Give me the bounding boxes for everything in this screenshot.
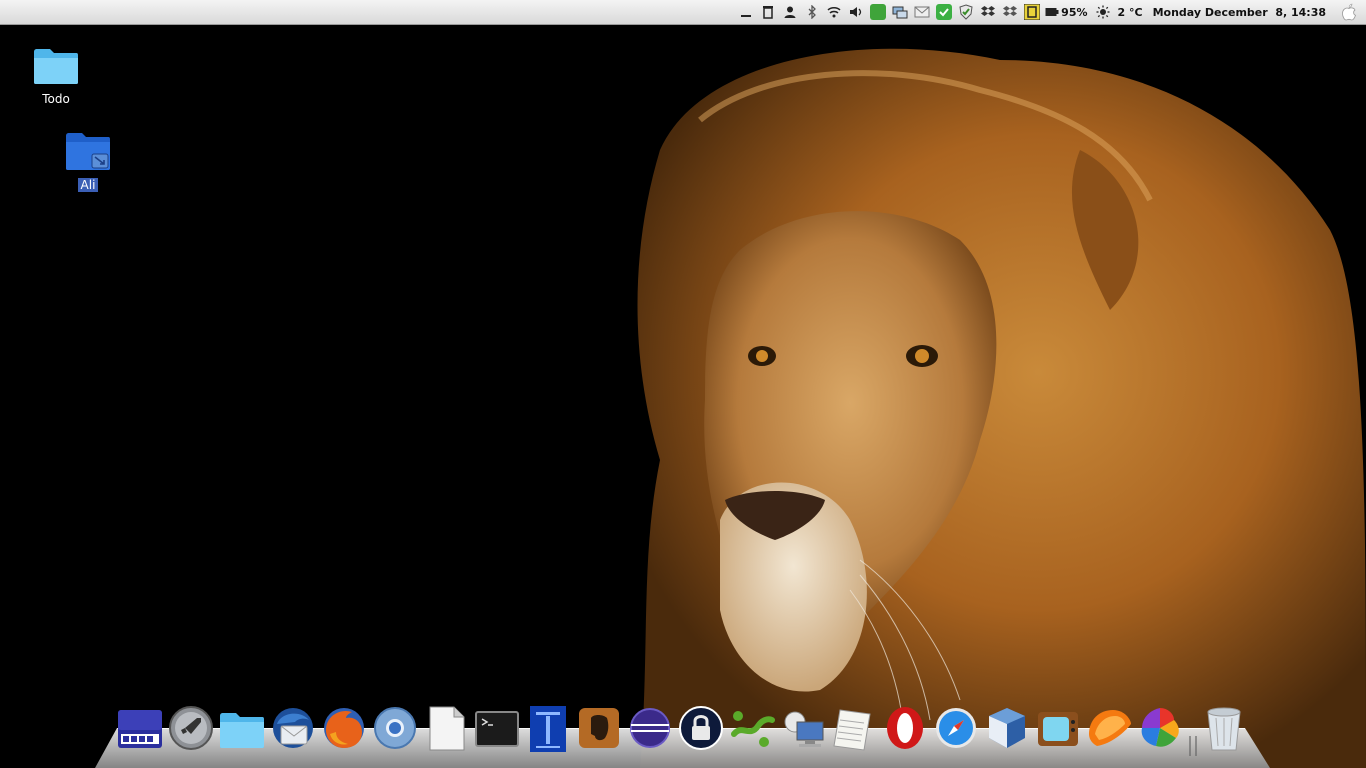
keyboard-layout-icon[interactable] [1023, 3, 1041, 21]
dock-item-files[interactable] [218, 704, 266, 752]
dropbox-icon[interactable] [979, 3, 997, 21]
volume-icon[interactable] [847, 3, 865, 21]
dock-item-tv[interactable] [1034, 704, 1082, 752]
password-lock-icon [679, 706, 723, 750]
temperature-text[interactable]: 2 °C [1118, 6, 1143, 19]
opera-icon [887, 707, 923, 749]
firefox-icon [324, 708, 364, 748]
notes-pad-icon [833, 709, 871, 751]
dock-item-opera[interactable] [881, 704, 929, 752]
dock-item-text-document[interactable] [422, 704, 470, 752]
dock-item-virtualbox[interactable] [983, 704, 1031, 752]
clock-text[interactable]: Monday December 8, 14:38 [1153, 6, 1326, 19]
desktop[interactable]: 95% 2 °C Monday December 8, 14:38 Todo A… [0, 0, 1366, 768]
chromium-icon [374, 707, 416, 749]
shield-check-icon[interactable] [957, 3, 975, 21]
thunderbird-icon [273, 708, 313, 748]
dock-item-remote-desktop[interactable] [779, 704, 827, 752]
files-folder-icon [220, 713, 264, 748]
dock-item-orange[interactable] [1085, 704, 1133, 752]
tv-app-icon [1038, 712, 1078, 746]
battery-icon[interactable] [1045, 3, 1059, 21]
text-document-icon [429, 706, 465, 751]
sun-icon[interactable] [1094, 3, 1112, 21]
trash-icon [1207, 707, 1241, 751]
dropbox-alt-icon[interactable] [1001, 3, 1019, 21]
dock-item-password-lock[interactable] [677, 704, 725, 752]
dock-item-launchpad[interactable] [167, 704, 215, 752]
dock-item-screen-keyboard[interactable] [116, 704, 164, 752]
dock-item-evernote[interactable] [575, 704, 623, 752]
terminal-icon [475, 711, 519, 747]
evernote-icon [579, 708, 619, 748]
virtualbox-icon [989, 708, 1025, 748]
dock-item-terminal[interactable] [473, 704, 521, 752]
desktop-icon-ali[interactable]: Ali [56, 130, 120, 192]
folder-light-blue-icon [34, 49, 78, 84]
dock-item-eclipse[interactable] [626, 704, 674, 752]
typewriter-app-icon [530, 706, 566, 752]
remote-desktop-icon [784, 711, 824, 747]
launchpad-rocket-icon [169, 706, 213, 750]
dock-item-chromium[interactable] [371, 704, 419, 752]
trash-panel-icon[interactable] [759, 3, 777, 21]
dock-item-notes[interactable] [830, 704, 878, 752]
dock-separator [1189, 736, 1197, 756]
eclipse-icon [630, 708, 670, 748]
system-tray: 95% 2 °C Monday December 8, 14:38 [735, 0, 1360, 25]
minimize-window-icon[interactable] [737, 3, 755, 21]
battery-percent[interactable]: 95% [1061, 6, 1087, 19]
dock-item-trash[interactable] [1200, 704, 1248, 752]
dock-item-thunderbird[interactable] [269, 704, 317, 752]
dock [95, 702, 1270, 768]
desktop-icon-todo[interactable]: Todo [24, 46, 88, 106]
user-icon[interactable] [781, 3, 799, 21]
dock-item-network-share[interactable] [728, 704, 776, 752]
mail-tray-icon[interactable] [913, 3, 931, 21]
orange-slice-icon [1089, 710, 1131, 746]
wifi-icon[interactable] [825, 3, 843, 21]
wallpaper-lion-image [0, 0, 1366, 768]
network-share-icon [731, 711, 775, 747]
network-tray-icon[interactable] [891, 3, 909, 21]
dock-item-safari[interactable] [932, 704, 980, 752]
dock-item-picasa[interactable] [1136, 704, 1184, 752]
dock-item-firefox[interactable] [320, 704, 368, 752]
evernote-tray-icon[interactable] [869, 3, 887, 21]
bluetooth-icon[interactable] [803, 3, 821, 21]
apple-icon[interactable] [1340, 3, 1358, 21]
desktop-icon-label: Todo [42, 92, 70, 106]
dock-item-typewriter[interactable] [524, 704, 572, 752]
folder-link-blue-icon [66, 133, 110, 170]
check-green-icon[interactable] [935, 3, 953, 21]
safari-compass-icon [936, 708, 976, 748]
top-panel: 95% 2 °C Monday December 8, 14:38 [0, 0, 1366, 25]
screen-keyboard-icon [118, 710, 162, 748]
picasa-icon [1141, 708, 1179, 747]
desktop-icon-label: Ali [77, 178, 99, 192]
